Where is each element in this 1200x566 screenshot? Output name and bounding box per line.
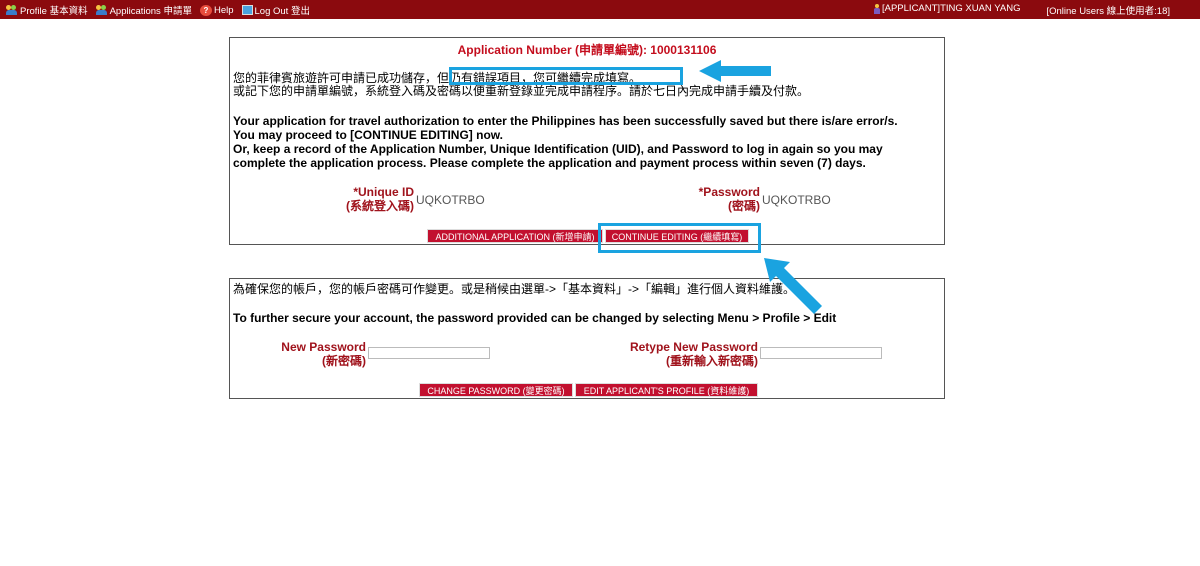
menu-logout-label: Log Out 登出 [254,6,310,17]
error-text-highlight-box [449,67,683,85]
top-nav-bar: Profile 基本資料 Applications 申請單 ? Help Log… [0,0,1200,19]
unique-id-label-zh: (系統登入碼) [346,199,414,213]
retype-password-input[interactable] [760,347,882,359]
en-message-line3: Or, keep a record of the Application Num… [233,142,883,156]
en-message-line2: You may proceed to [CONTINUE EDITING] no… [233,128,504,142]
en-message-line1: Your application for travel authorizatio… [233,114,898,128]
unique-id-label-en: *Unique ID [353,185,414,199]
unique-id-value: UQKOTRBO [416,193,485,207]
new-password-label-en: New Password [281,340,366,354]
security-zh-text: 為確保您的帳戶，您的帳戶密碼可作變更。或是稍候由選單->「基本資料」->「編輯」… [233,282,796,296]
retype-password-label: Retype New Password (重新輸入新密碼) [608,340,758,368]
continue-editing-highlight-box [598,223,761,253]
menu-applications-label: Applications 申請單 [109,6,192,17]
zh-message-saved: 您的菲律賓旅遊許可申請已成功儲存， [233,71,438,85]
en-message-line4: complete the application process. Please… [233,156,866,170]
change-password-button[interactable]: CHANGE PASSWORD (變更密碼) [419,383,573,397]
new-password-label: New Password (新密碼) [270,340,366,368]
menu-profile[interactable]: Profile 基本資料 [6,3,88,17]
menu-profile-label: Profile 基本資料 [20,6,88,17]
additional-application-button[interactable]: ADDITIONAL APPLICATION (新增申請) [427,229,603,243]
password-label-zh: (密碼) [728,199,760,213]
menu-logout[interactable]: Log Out 登出 [241,3,310,17]
new-password-input[interactable] [368,347,490,359]
current-user: [APPLICANT]TING XUAN YANG [874,3,1020,14]
password-label-en: *Password [698,185,760,199]
new-password-label-zh: (新密碼) [322,354,366,368]
logout-icon [241,5,253,15]
password-value: UQKOTRBO [762,193,831,207]
zh-message-line2: 或記下您的申請單編號，系統登入碼及密碼以便重新登錄並完成申請程序。請於七日內完成… [233,84,810,98]
retype-password-label-zh: (重新輸入新密碼) [666,354,758,368]
current-user-label: [APPLICANT]TING XUAN YANG [882,3,1021,14]
change-password-panel: 為確保您的帳戶，您的帳戶密碼可作變更。或是稍候由選單->「基本資料」->「編輯」… [229,278,945,399]
arrow-up-left-icon [764,258,822,314]
menu-help[interactable]: ? Help [199,3,234,17]
application-number: Application Number (申請單編號): 1000131106 [457,43,717,57]
password-label: *Password (密碼) [676,185,760,213]
people-icon [95,5,108,15]
online-users: [Online Users 線上使用者:18] [1046,6,1170,17]
retype-password-label-en: Retype New Password [629,340,758,354]
edit-profile-button[interactable]: EDIT APPLICANT'S PROFILE (資料維護) [575,383,758,397]
main-menu: Profile 基本資料 Applications 申請單 ? Help Log… [6,3,310,17]
user-icon [874,3,880,14]
people-icon [6,5,18,15]
menu-applications[interactable]: Applications 申請單 [95,3,192,17]
arrow-left-icon [699,60,771,82]
en-message: Your application for travel authorizatio… [233,114,941,170]
unique-id-label: *Unique ID (系統登入碼) [330,185,414,213]
menu-help-label: Help [213,4,234,16]
help-icon: ? [199,4,212,16]
security-en-text: To further secure your account, the pass… [233,311,837,325]
